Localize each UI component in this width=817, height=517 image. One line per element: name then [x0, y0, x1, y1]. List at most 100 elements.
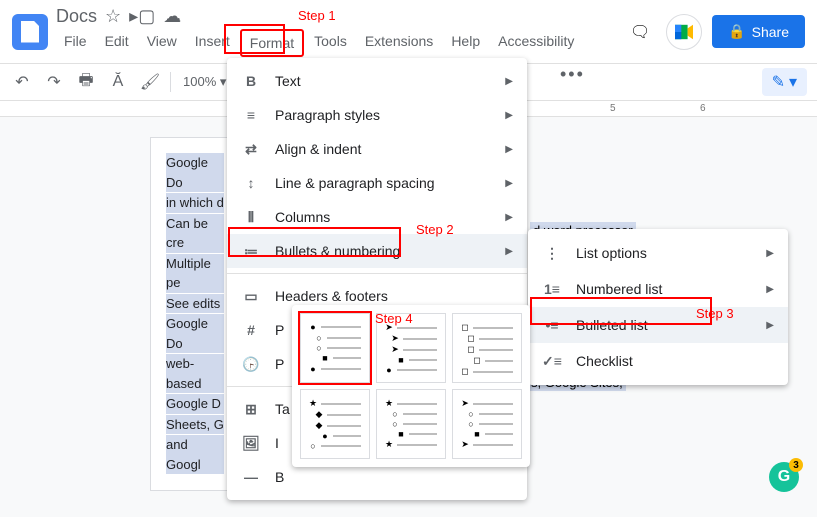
undo-icon[interactable]: ↶ — [10, 70, 34, 94]
bullet-mark-icon: ★ — [385, 439, 393, 450]
preset-row: ○ — [309, 441, 361, 451]
spellcheck-icon[interactable]: Ă — [106, 70, 130, 94]
preset-line — [479, 423, 513, 425]
star-icon[interactable]: ☆ — [105, 6, 121, 27]
preset-line — [473, 444, 513, 446]
menu-view[interactable]: View — [139, 29, 185, 57]
menu-separator — [227, 273, 527, 274]
format-item-line-paragraph-spacing[interactable]: ↕Line & paragraph spacing▶ — [227, 166, 527, 200]
editing-mode-button[interactable]: ✎ ▾ — [762, 68, 807, 96]
submenu-arrow-icon: ▶ — [505, 76, 513, 87]
preset-row: ➤ — [385, 344, 437, 355]
submenu-item-list-options[interactable]: ⋮List options▶ — [528, 235, 788, 271]
bullet-mark-icon: ○ — [467, 409, 475, 419]
menu-tools[interactable]: Tools — [306, 29, 355, 57]
preset-line — [479, 413, 513, 415]
menu-item-icon: ≔ — [241, 241, 261, 261]
document-line: Can be cre — [166, 214, 224, 253]
submenu-item-icon: •≡ — [542, 315, 562, 335]
menu-item-label: B — [275, 469, 284, 485]
bullet-mark-icon: ◻ — [467, 333, 475, 344]
share-button[interactable]: 🔒 Share — [712, 15, 805, 48]
grammarly-icon[interactable]: G — [769, 462, 799, 492]
bullet-mark-icon: ○ — [467, 419, 475, 429]
submenu-item-bulleted-list[interactable]: •≡ Bulleted list ▶ — [528, 307, 788, 343]
format-item-paragraph-styles[interactable]: ≡Paragraph styles▶ — [227, 98, 527, 132]
zoom-dropdown[interactable]: 100% ▾ — [179, 74, 230, 90]
redo-icon[interactable]: ↷ — [42, 70, 66, 94]
paint-format-icon[interactable]: 🖌 — [138, 70, 162, 94]
print-icon[interactable]: 🖶 — [74, 70, 98, 94]
preset-row: ■ — [385, 429, 437, 439]
format-item-bullets-numbering[interactable]: ≔Bullets & numbering▶ — [227, 234, 527, 268]
comment-history-icon[interactable]: 🗨 — [624, 16, 656, 48]
annotation-step-3: Step 3 — [696, 306, 734, 321]
submenu-arrow-icon: ▶ — [505, 212, 513, 223]
preset-row: ◻ — [461, 333, 513, 344]
menu-extensions[interactable]: Extensions — [357, 29, 441, 57]
menu-item-icon: ↕ — [241, 173, 261, 193]
menu-item-icon: ⦀ — [241, 207, 261, 227]
bullet-mark-icon: ● — [309, 364, 317, 374]
format-item-text[interactable]: BText▶ — [227, 64, 527, 98]
document-line: Google Do — [166, 314, 224, 353]
submenu-arrow-icon: ▶ — [505, 110, 513, 121]
preset-row: ➤ — [461, 439, 513, 450]
preset-row: ➤ — [461, 398, 513, 409]
document-title[interactable]: Docs ☆ ▸▢ ☁ — [56, 6, 616, 27]
preset-row: ➤ — [385, 333, 437, 344]
preset-row: ★ — [385, 398, 437, 409]
menu-file[interactable]: File — [56, 29, 95, 57]
submenu-item-label: List options — [576, 245, 647, 261]
preset-row: ○ — [385, 419, 437, 429]
format-item-align-indent[interactable]: ⇄Align & indent▶ — [227, 132, 527, 166]
menu-item-label: P — [275, 356, 284, 372]
bullet-preset-5[interactable]: ★○○■★ — [376, 389, 446, 459]
submenu-item-label: Bulleted list — [576, 317, 648, 333]
submenu-item-icon: ⋮ — [542, 243, 562, 263]
bullet-preset-1[interactable]: ●○○■● — [300, 313, 370, 383]
document-line: Google D — [166, 394, 224, 414]
bullet-mark-icon: ■ — [473, 429, 481, 439]
menu-item-label: Line & paragraph spacing — [275, 175, 435, 191]
menu-item-icon: ― — [241, 467, 261, 487]
preset-line — [409, 433, 437, 435]
move-icon[interactable]: ▸▢ — [129, 6, 155, 27]
menu-accessibility[interactable]: Accessibility — [490, 29, 582, 57]
preset-row: ● — [309, 364, 361, 374]
submenu-item-numbered-list[interactable]: 1≡Numbered list▶ — [528, 271, 788, 307]
menu-edit[interactable]: Edit — [97, 29, 137, 57]
cloud-icon[interactable]: ☁ — [163, 6, 181, 27]
preset-row: ◻ — [461, 322, 513, 333]
preset-row: ○ — [385, 409, 437, 419]
document-line: See edits — [166, 294, 224, 314]
bullet-mark-icon: ◆ — [315, 420, 323, 431]
bullet-preset-3[interactable]: ◻◻◻◻◻ — [452, 313, 522, 383]
submenu-arrow-icon: ▶ — [766, 284, 774, 295]
document-line: in which d — [166, 193, 224, 213]
bullet-mark-icon: ○ — [309, 441, 317, 451]
document-line: Multiple pe — [166, 254, 224, 293]
bullet-preset-6[interactable]: ➤○○■➤ — [452, 389, 522, 459]
preset-line — [327, 425, 361, 427]
meet-icon[interactable] — [666, 14, 702, 50]
menu-format[interactable]: Format — [240, 29, 304, 57]
more-options-icon[interactable]: ••• — [560, 64, 585, 85]
preset-line — [327, 337, 361, 339]
annotation-step-2: Step 2 — [416, 222, 454, 237]
format-item-columns[interactable]: ⦀Columns▶ — [227, 200, 527, 234]
bullet-mark-icon: ➤ — [461, 398, 469, 409]
app-header: Docs ☆ ▸▢ ☁ FileEditViewInsertFormatTool… — [0, 0, 817, 63]
bullet-mark-icon: ○ — [315, 333, 323, 343]
submenu-item-checklist[interactable]: ✓≡Checklist — [528, 343, 788, 379]
menu-item-icon: ⊞ — [241, 399, 261, 419]
submenu-item-icon: ✓≡ — [542, 351, 562, 371]
preset-row: ◻ — [461, 366, 513, 377]
submenu-arrow-icon: ▶ — [766, 320, 774, 331]
menu-item-label: Paragraph styles — [275, 107, 380, 123]
bullet-preset-4[interactable]: ★◆◆●○ — [300, 389, 370, 459]
submenu-arrow-icon: ▶ — [505, 246, 513, 257]
menu-insert[interactable]: Insert — [187, 29, 238, 57]
menu-help[interactable]: Help — [443, 29, 488, 57]
bullet-mark-icon: ■ — [397, 429, 405, 439]
